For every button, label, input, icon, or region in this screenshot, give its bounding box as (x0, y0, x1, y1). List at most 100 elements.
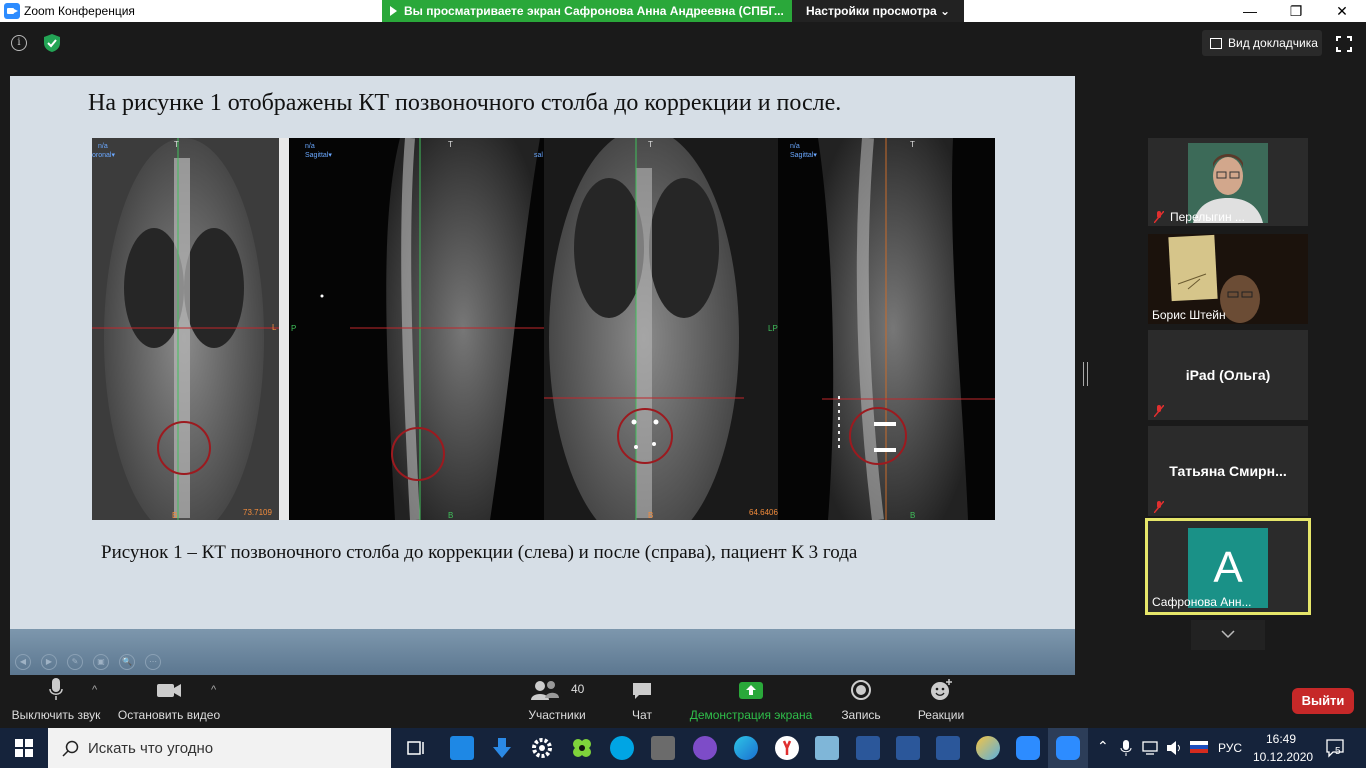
network-icon[interactable] (1142, 740, 1160, 756)
participant-name: Татьяна Смирн... (1169, 463, 1287, 479)
panel-4-bottom-marker: B (910, 511, 915, 520)
microphone-icon (49, 678, 63, 700)
panel-3-scale: 64.6406 (749, 508, 778, 517)
mute-button[interactable]: Выключить звук (10, 678, 102, 722)
viber-icon[interactable] (693, 736, 717, 760)
close-button[interactable]: ✕ (1319, 0, 1365, 22)
smiley-icon (931, 679, 952, 700)
record-label: Запись (841, 708, 881, 722)
panel-1-header: n/a (98, 143, 108, 150)
participant-name: iPad (Ольга) (1185, 367, 1271, 383)
windows-start-icon[interactable] (15, 739, 33, 757)
download-icon[interactable] (490, 736, 514, 760)
more-options-icon[interactable]: ⋯ (145, 654, 161, 670)
tray-microphone-icon[interactable] (1120, 739, 1132, 757)
share-screen-label: Демонстрация экрана (689, 708, 813, 722)
edge-icon[interactable] (734, 736, 758, 760)
participant-name: Борис Штейн (1152, 308, 1226, 322)
panel-splitter[interactable] (1083, 362, 1088, 386)
volume-icon[interactable] (1166, 740, 1184, 756)
monitor-icon[interactable] (450, 736, 474, 760)
panel-2-subheader: Sagittal▾ (305, 152, 332, 159)
panel-4-top-marker: T (910, 140, 915, 149)
panel-3-top-marker: T (648, 140, 653, 149)
ct-panel-sagittal-after: n/a Sagittal▾ T B (778, 138, 995, 520)
muted-mic-icon (1154, 405, 1164, 417)
slides-icon[interactable]: ▣ (93, 654, 109, 670)
word-icon[interactable] (936, 736, 960, 760)
stop-video-button[interactable]: Остановить видео (117, 678, 221, 722)
clock-time[interactable]: 16:49 (1266, 732, 1296, 746)
notepad-icon[interactable] (815, 736, 839, 760)
speaker-view-label: Вид докладчика (1228, 36, 1318, 50)
tray-chevron-up-icon[interactable]: ⌃ (1097, 738, 1109, 755)
clock-date[interactable]: 10.12.2020 (1253, 750, 1313, 764)
window-title: Zoom Конференция (24, 4, 135, 18)
word-icon[interactable] (896, 736, 920, 760)
zoom-icon (1056, 736, 1080, 760)
reactions-button[interactable]: Реакции (914, 678, 968, 722)
maximize-button[interactable]: ❐ (1273, 0, 1319, 22)
chat-button[interactable]: Чат (626, 678, 658, 722)
zoom-active-taskbar-item[interactable] (1048, 728, 1088, 768)
gear-icon[interactable] (530, 736, 554, 760)
panel-4-header: n/a (790, 143, 800, 150)
share-screen-button[interactable]: Демонстрация экрана (686, 678, 816, 722)
grid-icon (1210, 38, 1222, 49)
panel-3-bottom-marker: B (648, 511, 653, 520)
info-icon[interactable]: i (11, 35, 27, 51)
share-banner-text: Вы просматриваете экран Сафронова Анна А… (404, 4, 784, 18)
fullscreen-icon[interactable] (1336, 36, 1352, 52)
panel-2-header: n/a (305, 143, 315, 150)
video-options-caret[interactable]: ^ (211, 684, 216, 696)
zoom-icon[interactable] (1016, 736, 1040, 760)
leave-button[interactable]: Выйти (1292, 688, 1354, 714)
panel-1-top-marker: T (174, 140, 179, 149)
word-icon[interactable] (856, 736, 880, 760)
muted-mic-icon (1154, 501, 1164, 513)
participant-tile[interactable]: Перелыгин ... (1148, 138, 1308, 226)
chevron-down-icon: ⌄ (939, 4, 951, 18)
zoom-icon[interactable]: 🔍 (119, 654, 135, 670)
shield-icon[interactable] (42, 33, 62, 53)
participant-tile[interactable]: Борис Штейн (1148, 234, 1308, 324)
ct-scan-image: n/a oronal▾ T B L 73.7109 n/a Sagittal▾ … (92, 138, 995, 520)
panel-1-subheader: oronal▾ (92, 152, 115, 159)
search-placeholder: Искать что угодно (88, 740, 214, 757)
participant-name: Сафронова Анн... (1152, 595, 1252, 609)
pen-icon[interactable]: ✎ (67, 654, 83, 670)
share-screen-icon (739, 682, 763, 699)
language-indicator[interactable]: РУС (1218, 741, 1242, 755)
paint-icon[interactable] (976, 736, 1000, 760)
chevron-down-icon (1221, 630, 1235, 639)
participant-tile[interactable]: iPad (Ольга) (1148, 330, 1308, 420)
participants-label: Участники (528, 708, 586, 722)
taskbar-search-box[interactable]: Искать что угодно (48, 728, 391, 768)
scroll-participants-button[interactable] (1191, 620, 1265, 650)
yandex-icon[interactable] (775, 736, 799, 760)
record-icon (851, 680, 871, 700)
notifications-button[interactable]: 5 (1325, 738, 1345, 758)
share-banner: Вы просматриваете экран Сафронова Анна А… (382, 0, 792, 22)
panel-1-scrollbar[interactable] (279, 138, 289, 520)
participant-tile-active-speaker[interactable]: A Сафронова Анн... (1145, 518, 1311, 615)
share-indicator-icon (390, 6, 397, 16)
record-button[interactable]: Запись (838, 678, 884, 722)
speaker-view-button[interactable]: Вид докладчика (1202, 30, 1322, 56)
view-settings-button[interactable]: Настройки просмотра ⌄ (792, 0, 964, 22)
chat-label: Чат (632, 708, 652, 722)
previous-slide-icon[interactable]: ◀ (15, 654, 31, 670)
muted-mic-icon (1154, 211, 1164, 223)
chat-icon (633, 683, 651, 699)
ct-scan-figure: n/a oronal▾ T B L 73.7109 n/a Sagittal▾ … (92, 138, 995, 520)
participant-tile[interactable]: Татьяна Смирн... (1148, 426, 1308, 516)
clover-icon[interactable] (570, 736, 594, 760)
audio-options-caret[interactable]: ^ (92, 684, 97, 696)
ct-panel-coronal-before: n/a oronal▾ T B L 73.7109 (92, 138, 289, 520)
skype-icon[interactable] (610, 736, 634, 760)
russian-flag-icon (1190, 741, 1208, 753)
task-view-icon[interactable] (405, 736, 429, 760)
calculator-icon[interactable] (651, 736, 675, 760)
minimize-button[interactable]: — (1227, 0, 1273, 22)
next-slide-icon[interactable]: ▶ (41, 654, 57, 670)
